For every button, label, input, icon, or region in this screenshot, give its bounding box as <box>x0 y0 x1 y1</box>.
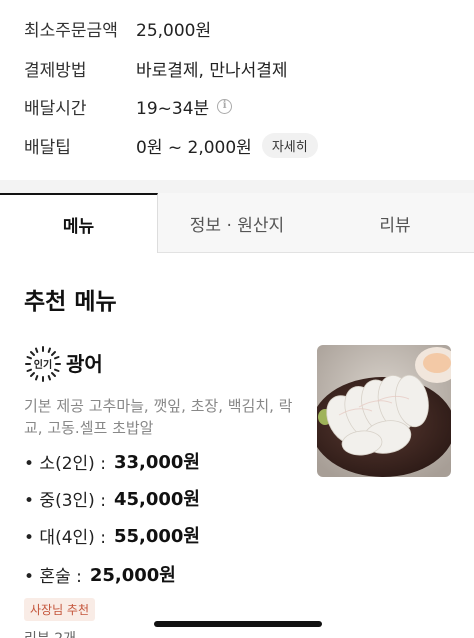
price-row-small: • 소(2인) : 33,000원 <box>24 448 200 474</box>
tab-bar: 메뉴 정보 · 원산지 리뷰 <box>0 193 474 253</box>
review-count: 리뷰 2개 <box>24 628 76 638</box>
section-title: 추천 메뉴 <box>24 289 117 315</box>
price-value: 25,000원 <box>89 565 176 586</box>
delivery-tip-row: 배달팁 0원 ~ 2,000원 자세히 <box>24 130 318 160</box>
price-value: 33,000원 <box>113 452 200 473</box>
delivery-time-label: 배달시간 <box>24 98 87 119</box>
price-size-label: • 소(2인) : <box>24 453 106 474</box>
delivery-tip-value: 0원 ~ 2,000원 <box>136 137 252 158</box>
price-row-solo: • 혼술 : 25,000원 <box>24 561 176 587</box>
popular-badge-icon: 인기 <box>25 346 61 382</box>
home-indicator[interactable] <box>154 621 322 627</box>
delivery-time-row: 배달시간 19~34분 i <box>24 91 233 121</box>
delivery-tip-label: 배달팁 <box>24 137 71 158</box>
menu-item-description: 기본 제공 고추마늘, 깻잎, 초장, 백김치, 락교, 고동.셀프 초밥알 <box>24 397 293 437</box>
flatfish-sashimi-image <box>317 345 451 477</box>
store-info-panel: 최소주문금액 25,000원 결제방법 바로결제, 만나서결제 배달시간 19~… <box>0 0 474 180</box>
popular-badge-text: 인기 <box>34 358 52 371</box>
price-size-label: • 혼술 : <box>24 566 82 587</box>
price-size-label: • 중(3인) : <box>24 490 106 511</box>
price-size-label: • 대(4인) : <box>24 527 106 548</box>
payment-label: 결제방법 <box>24 60 87 81</box>
min-order-label: 최소주문금액 <box>24 20 118 41</box>
tab-menu[interactable]: 메뉴 <box>0 193 158 253</box>
price-row-medium: • 중(3인) : 45,000원 <box>24 485 200 511</box>
info-icon[interactable]: i <box>217 98 233 114</box>
delivery-tip-detail-button[interactable]: 자세히 <box>261 132 318 158</box>
menu-item-name[interactable]: 광어 <box>66 348 103 377</box>
tab-reviews[interactable]: 리뷰 <box>316 193 474 253</box>
menu-item-photo[interactable] <box>317 345 451 477</box>
tab-info-origin[interactable]: 정보 · 원산지 <box>158 193 316 253</box>
price-value: 55,000원 <box>113 526 200 547</box>
price-value: 45,000원 <box>113 489 200 510</box>
delivery-time-value: 19~34분 <box>136 98 210 119</box>
min-order-row: 최소주문금액 25,000원 <box>24 13 211 43</box>
price-row-large: • 대(4인) : 55,000원 <box>24 522 200 548</box>
payment-value: 바로결제, 만나서결제 <box>136 60 288 81</box>
delivery-time-value-wrap: 19~34분 i <box>136 94 233 119</box>
payment-row: 결제방법 바로결제, 만나서결제 <box>24 53 288 83</box>
min-order-value: 25,000원 <box>136 20 212 41</box>
owner-recommend-tag: 사장님 추천 <box>24 598 96 621</box>
delivery-tip-value-wrap: 0원 ~ 2,000원 자세히 <box>136 132 318 158</box>
section-divider <box>0 180 474 194</box>
popular-badge: 인기 <box>24 345 62 383</box>
